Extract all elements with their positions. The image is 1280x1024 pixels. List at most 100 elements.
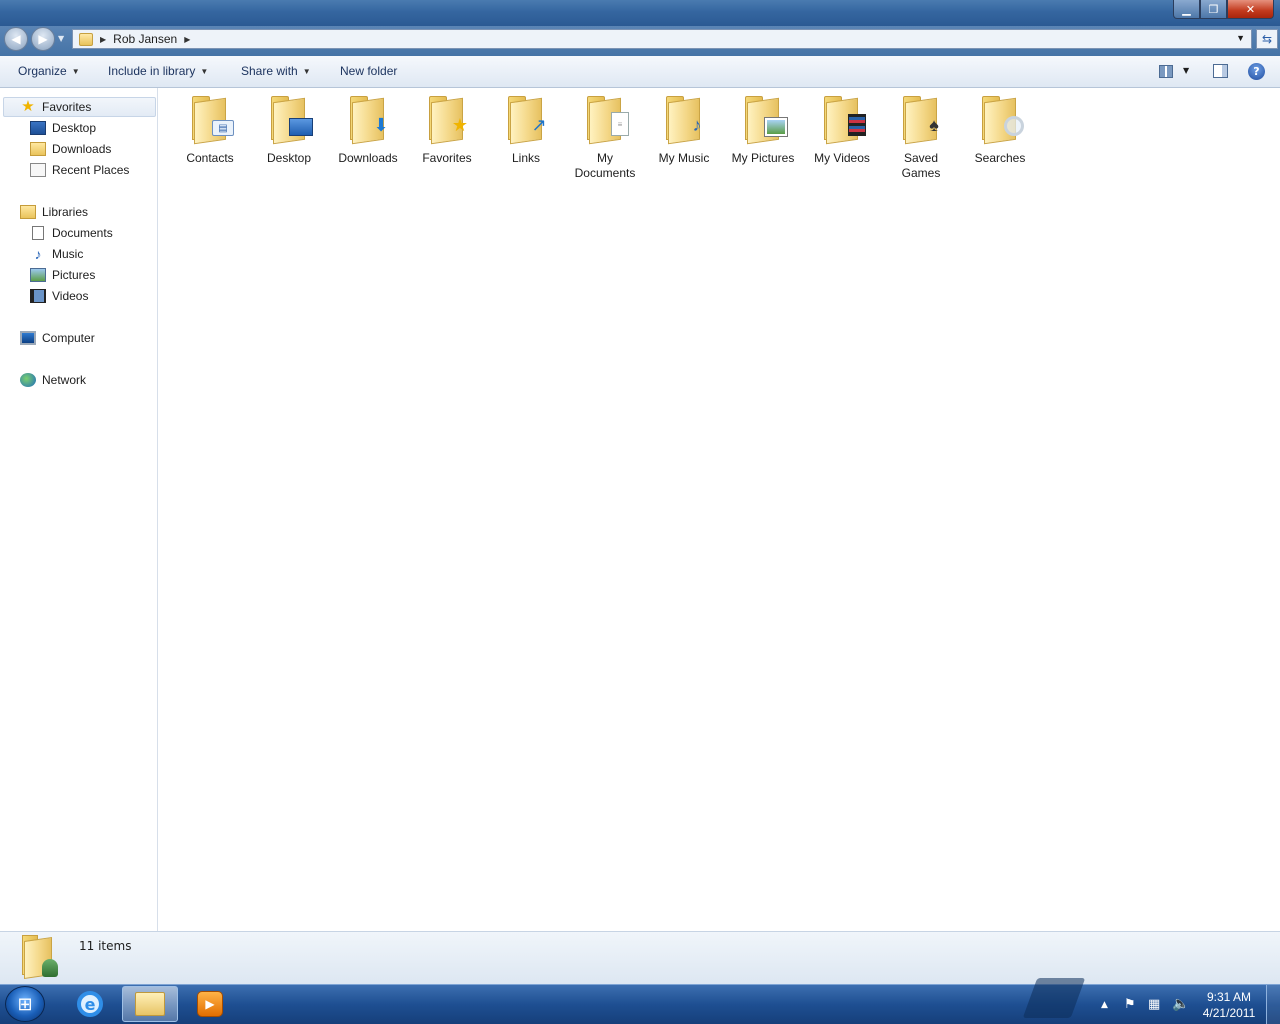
- view-options-dropdown-icon[interactable]: ▼: [1183, 66, 1189, 75]
- pictures-icon: [30, 268, 46, 282]
- clock-date: 4/21/2011: [1202, 1006, 1256, 1020]
- breadcrumb-separator-icon[interactable]: ▶: [100, 35, 106, 44]
- show-hidden-icons-icon[interactable]: ▲: [1101, 1000, 1108, 1010]
- breadcrumb-separator-icon[interactable]: ▶: [184, 35, 190, 44]
- nav-item-documents[interactable]: Documents: [30, 223, 113, 243]
- folder-label: Contacts: [186, 151, 234, 165]
- nav-item-label: Documents: [52, 226, 113, 240]
- media-player-icon: ▶: [197, 991, 223, 1017]
- documents-icon: [32, 226, 44, 240]
- action-center-flag-icon[interactable]: ⚑: [1124, 997, 1136, 1012]
- folder-item-saved-games[interactable]: ♠ Saved Games: [883, 96, 959, 181]
- folder-item-downloads[interactable]: ⬇ Downloads: [330, 96, 406, 166]
- nav-item-label: Videos: [52, 289, 89, 303]
- nav-item-desktop[interactable]: Desktop: [30, 118, 96, 138]
- new-folder-button[interactable]: New folder: [340, 64, 397, 78]
- recent-places-icon: [30, 163, 46, 177]
- share-with-label: Share with: [241, 64, 298, 78]
- downloads-icon: ⬇: [348, 96, 389, 145]
- nav-item-videos[interactable]: Videos: [30, 286, 88, 306]
- organize-button[interactable]: Organize ▼: [18, 64, 80, 78]
- folder-label: My Pictures: [731, 151, 795, 165]
- user-folder-icon: [79, 32, 93, 46]
- nav-item-downloads[interactable]: Downloads: [30, 139, 111, 159]
- command-bar: Organize ▼ Include in library ▼ Share wi…: [0, 56, 1280, 88]
- libraries-icon: [20, 205, 36, 219]
- maximize-button[interactable]: ❐: [1200, 0, 1227, 19]
- minimize-button[interactable]: ▁: [1173, 0, 1200, 19]
- volume-icon[interactable]: 🔈: [1172, 996, 1189, 1012]
- change-view-icon[interactable]: [1159, 65, 1173, 78]
- music-icon: ♪: [664, 96, 704, 145]
- folder-label: Desktop: [266, 151, 312, 165]
- nav-favorites[interactable]: ★ Favorites: [3, 97, 156, 117]
- media-player-taskbar-button[interactable]: ▶: [182, 986, 238, 1022]
- window-title-bar[interactable]: ▁ ❐ ✕: [0, 0, 1280, 26]
- internet-explorer-taskbar-button[interactable]: e: [62, 986, 118, 1022]
- folder-item-my-pictures[interactable]: My Pictures: [725, 96, 801, 166]
- folder-item-my-documents[interactable]: ≡ My Documents: [567, 96, 643, 181]
- folder-label: My Videos: [814, 151, 870, 165]
- nav-item-music[interactable]: ♪ Music: [30, 244, 84, 264]
- folder-label: Searches: [974, 151, 1026, 165]
- refresh-button[interactable]: ⇆: [1256, 29, 1278, 49]
- include-in-library-label: Include in library: [108, 64, 196, 78]
- folder-label: Downloads: [338, 151, 398, 165]
- folder-item-contacts[interactable]: ▤ Contacts: [172, 96, 248, 166]
- chevron-down-icon: ▼: [302, 66, 311, 76]
- nav-libraries[interactable]: Libraries: [20, 202, 88, 222]
- music-icon: ♪: [34, 246, 42, 262]
- windows-explorer-taskbar-button[interactable]: [122, 986, 178, 1022]
- help-icon[interactable]: ?: [1248, 63, 1265, 80]
- file-list-area[interactable]: [159, 88, 1280, 931]
- window-controls: ▁ ❐ ✕: [1173, 0, 1274, 19]
- folder-label: Favorites: [422, 151, 472, 165]
- close-button[interactable]: ✕: [1227, 0, 1274, 19]
- clock-time: 9:31 AM: [1206, 990, 1252, 1004]
- chevron-down-icon: ▼: [71, 66, 80, 76]
- forward-button[interactable]: ▶: [31, 27, 55, 51]
- pictures-icon: [743, 96, 787, 145]
- nav-network[interactable]: Network: [20, 370, 86, 390]
- nav-network-label: Network: [42, 373, 87, 387]
- taskbar-clock[interactable]: 9:31 AM 4/21/2011: [1196, 989, 1262, 1021]
- videos-icon: [30, 289, 46, 303]
- folder-item-my-videos[interactable]: My Videos: [804, 96, 880, 166]
- desktop-icon: [269, 96, 313, 145]
- links-icon: ↗: [506, 96, 547, 145]
- videos-icon: [822, 96, 866, 145]
- nav-item-label: Music: [52, 247, 84, 261]
- folder-item-favorites[interactable]: ★ Favorites: [409, 96, 485, 166]
- nav-computer[interactable]: Computer: [20, 328, 95, 348]
- nav-item-label: Desktop: [52, 121, 97, 135]
- back-button[interactable]: ◀: [4, 27, 28, 51]
- breadcrumb-item[interactable]: Rob Jansen: [113, 32, 177, 46]
- address-bar[interactable]: ▶ Rob Jansen ▶ ▼: [72, 29, 1252, 49]
- navigation-pane[interactable]: ★ Favorites Desktop Downloads Recent Pla…: [0, 88, 158, 931]
- recent-pages-dropdown[interactable]: ▼: [58, 34, 64, 43]
- documents-icon: ≡: [585, 96, 629, 145]
- nav-item-label: Pictures: [52, 268, 96, 282]
- folder-label: My Documents: [574, 151, 636, 180]
- contacts-icon: ▤: [190, 96, 234, 145]
- nav-item-pictures[interactable]: Pictures: [30, 265, 95, 285]
- folder-label: My Music: [658, 151, 710, 165]
- searches-icon: [980, 96, 1024, 145]
- windows-explorer-icon: [135, 992, 165, 1016]
- nav-item-label: Downloads: [52, 142, 112, 156]
- include-in-library-button[interactable]: Include in library ▼: [108, 64, 208, 78]
- share-with-button[interactable]: Share with ▼: [241, 64, 311, 78]
- folder-item-searches[interactable]: Searches: [962, 96, 1038, 166]
- folder-item-my-music[interactable]: ♪ My Music: [646, 96, 722, 166]
- network-tray-icon[interactable]: ▦: [1148, 997, 1160, 1012]
- folder-item-links[interactable]: ↗ Links: [488, 96, 564, 166]
- chevron-down-icon: ▼: [200, 66, 209, 76]
- computer-icon: [20, 331, 36, 345]
- user-folder-icon: [20, 935, 58, 979]
- nav-item-recent-places[interactable]: Recent Places: [30, 160, 129, 180]
- folder-item-desktop[interactable]: Desktop: [251, 96, 327, 166]
- show-desktop-button[interactable]: [1266, 985, 1280, 1024]
- start-button[interactable]: ⊞: [5, 986, 45, 1022]
- address-dropdown-icon[interactable]: ▼: [1236, 33, 1245, 43]
- preview-pane-icon[interactable]: [1213, 64, 1228, 78]
